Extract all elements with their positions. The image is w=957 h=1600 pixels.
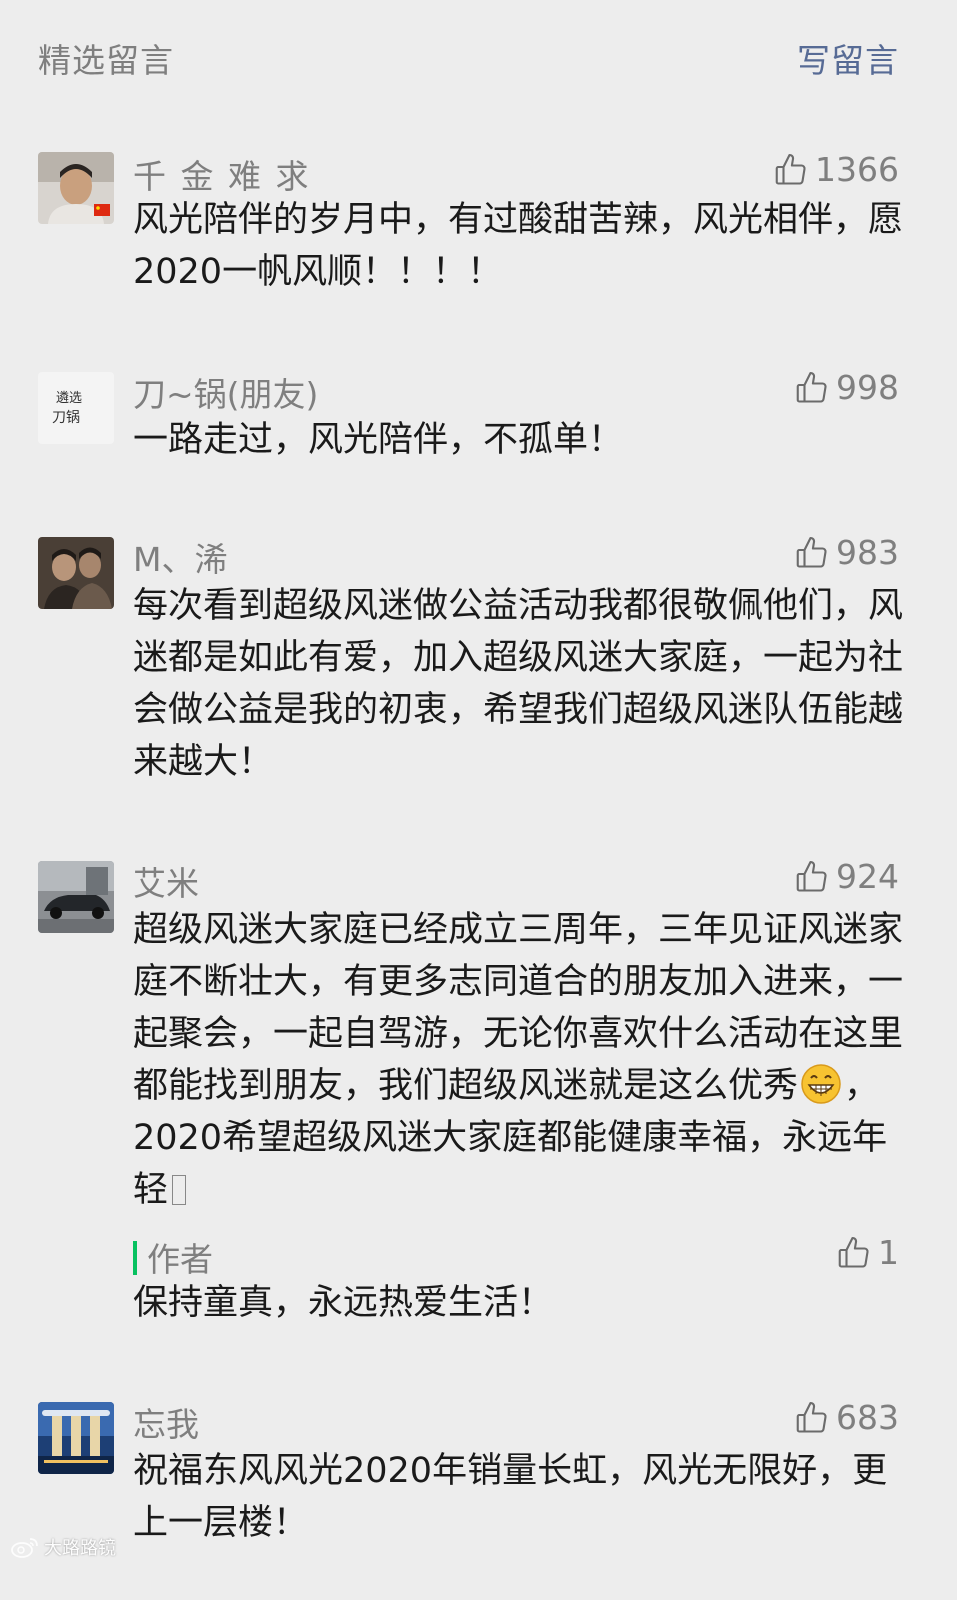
author-label: 作者 [147,1240,213,1279]
reply-like-button[interactable]: 1 [836,1233,899,1272]
thumbs-up-icon [773,152,809,188]
write-comment-link[interactable]: 写留言 [797,34,899,82]
like-button[interactable]: 1366 [773,150,899,189]
like-button[interactable]: 924 [794,857,899,896]
nickname: 忘我 [133,1405,199,1444]
thumbs-up-icon [794,859,830,895]
thumbs-up-icon [794,370,830,406]
like-count: 683 [836,1398,899,1437]
thumbs-up-icon [836,1235,872,1271]
missing-glyph-icon [172,1175,187,1205]
reply-accent-bar [133,1241,137,1275]
weibo-logo-icon [11,1538,38,1558]
avatar[interactable]: 遴选 刀锅 [38,372,114,444]
like-count: 983 [836,533,899,572]
like-count: 924 [836,857,899,896]
grinning-face-icon [800,1063,842,1105]
thumbs-up-icon [794,535,830,571]
featured-comments-title: 精选留言 [38,41,174,80]
like-count: 1 [878,1233,899,1272]
watermark-text: 大路路镜 [44,1538,116,1559]
thumbs-up-icon [794,1400,830,1436]
comment-text: 风光陪伴的岁月中，有过酸甜苦辣，风光相伴，愿2020一帆风顺！！！！ [133,200,904,292]
nickname: 艾米 [133,864,199,903]
comment-text-part: 超级风迷大家庭已经成立三周年，三年见证风迷家庭不断壮大，有更多志同道合的朋友加入… [133,910,904,1106]
comment-text: 一路走过，风光陪伴，不孤单！ [133,420,624,460]
like-button[interactable]: 683 [794,1398,899,1437]
avatar[interactable] [38,152,114,224]
avatar[interactable] [38,861,114,933]
comment-text: 超级风迷大家庭已经成立三周年，三年见证风迷家庭不断壮大，有更多志同道合的朋友加入… [133,904,903,1216]
svg-text:刀锅: 刀锅 [52,410,80,426]
like-button[interactable]: 998 [794,368,899,407]
nickname: M、浠 [133,540,228,579]
like-count: 1366 [815,150,899,189]
reply-text: 保持童真，永远热爱生活！ [133,1283,554,1323]
watermark: 大路路镜 [10,1534,116,1560]
comment-text: 祝福东风风光2020年销量长虹，风光无限好，更上一层楼！ [133,1451,888,1543]
svg-text:遴选: 遴选 [56,391,82,406]
nickname: 刀~锅(朋友) [133,375,319,414]
like-count: 998 [836,368,899,407]
comments-header: 精选留言 写留言 [0,0,957,110]
avatar[interactable] [38,1402,114,1474]
like-button[interactable]: 983 [794,533,899,572]
comment-text: 每次看到超级风迷做公益活动我都很敬佩他们，风迷都是如此有爱，加入超级风迷大家庭，… [133,586,904,782]
avatar[interactable] [38,537,114,609]
nickname: 千 金 难 求 [133,157,311,196]
